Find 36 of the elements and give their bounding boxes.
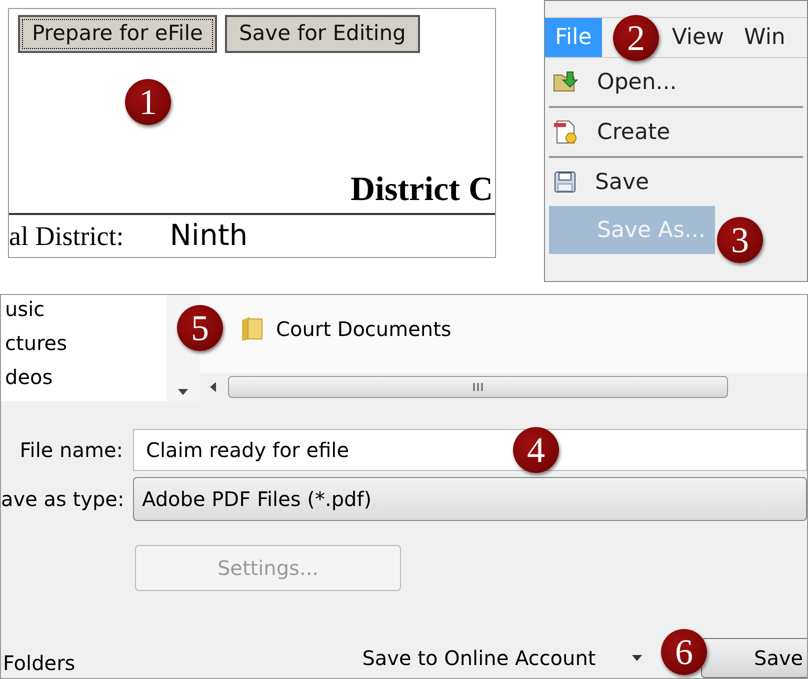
scroll-left-icon[interactable] — [210, 382, 216, 392]
scroll-down-icon[interactable] — [178, 389, 188, 395]
online-account-link[interactable]: Save to Online Account — [362, 643, 596, 673]
folder-icon — [240, 316, 264, 342]
field-value: Ninth — [170, 217, 248, 254]
navigation-item[interactable]: usic — [5, 295, 166, 323]
field-label: ave as type: — [1, 486, 123, 513]
number-badge: 6 — [661, 629, 707, 675]
folder-name[interactable]: Court Documents — [276, 314, 452, 344]
menu-item[interactable]: Save — [549, 158, 803, 206]
menu-item-label: Save As... — [596, 216, 706, 244]
grip-icon — [472, 382, 484, 392]
save-button[interactable]: Save — [701, 638, 807, 678]
menu-bar-item[interactable]: Win — [734, 18, 796, 57]
folders-toggle[interactable]: Folders — [3, 638, 76, 678]
menu-item[interactable]: Create — [549, 108, 803, 156]
field-label: al District: — [9, 220, 124, 253]
document-gear-icon — [553, 119, 579, 145]
form-button[interactable]: Save for Editing — [224, 15, 420, 53]
folder-arrow-icon — [553, 70, 579, 94]
navigation-item[interactable]: deos — [5, 363, 166, 391]
menu-item[interactable]: Open... — [549, 58, 803, 106]
field-label: File name: — [18, 437, 123, 464]
menu-item-label: Create — [596, 118, 670, 146]
document-heading: District C — [350, 173, 493, 207]
form-button[interactable]: Prepare for eFile — [18, 15, 217, 53]
menu-bar-item[interactable]: View — [662, 18, 734, 57]
menu-item-label: Save — [594, 168, 650, 196]
number-badge: 1 — [125, 79, 171, 125]
number-badge: 2 — [613, 15, 659, 61]
menu-item-label: Open... — [596, 68, 677, 96]
file-type-dropdown[interactable]: Adobe PDF Files (*.pdf) — [133, 477, 807, 521]
scrollbar-thumb[interactable] — [228, 376, 728, 398]
navigation-item[interactable]: ctures — [5, 329, 166, 357]
number-badge: 3 — [717, 217, 763, 263]
caret-icon[interactable] — [632, 655, 642, 661]
